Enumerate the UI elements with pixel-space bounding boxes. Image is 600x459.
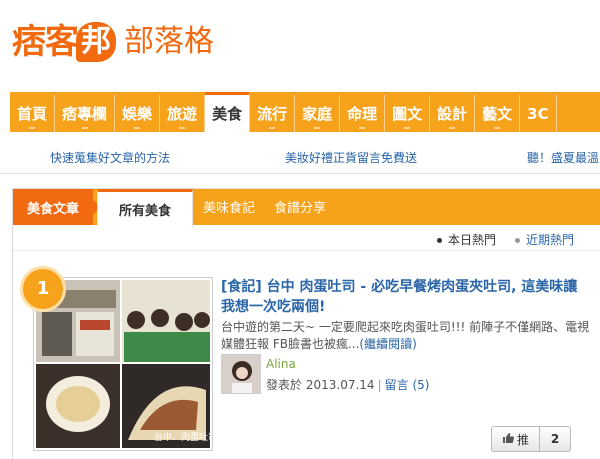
nav-item-label: 命理 — [347, 105, 378, 123]
nav-item-label: 娛樂 — [122, 105, 153, 123]
nav-item-label: 旅遊 — [167, 105, 198, 123]
nav-item-fashion[interactable]: 流行 — [250, 95, 296, 132]
meta-divider: | — [377, 378, 382, 392]
nav-item-label: 設計 — [437, 105, 468, 123]
article-title-link[interactable]: [食記] 台中 肉蛋吐司 - 必吃早餐烤肉蛋夾吐司, 這美味讓我想一次吃兩個! — [221, 277, 591, 317]
nav-item-label: 首頁 — [17, 105, 48, 123]
avatar-image — [222, 355, 260, 393]
logo-text: 痞客 — [12, 22, 79, 62]
section-category-label: 美食文章 — [13, 189, 101, 225]
filter-recent-hot[interactable]: 近期熱門 — [515, 231, 574, 248]
site-logo[interactable]: 痞客 邦 部落格 — [12, 22, 214, 62]
caret-icon — [494, 127, 501, 129]
nav-item-label: 藝文 — [482, 105, 513, 123]
thumb-caption: 台中．肉蛋吐司 — [154, 431, 210, 443]
nav-item-label: 痞專欄 — [62, 105, 108, 123]
nav-item-label: 家庭 — [302, 105, 333, 123]
bullet-icon — [515, 238, 520, 243]
food-articles-panel: 美食文章 所有美食 美味食記 食譜分享 本日熱門 近期熱門 1 台中．肉蛋吐 [… — [12, 188, 600, 459]
logo-mark-icon: 邦 — [76, 22, 116, 62]
rank-badge: 1 — [20, 266, 66, 312]
caret-icon — [134, 127, 141, 129]
nav-item-illustration[interactable]: 圖文 — [385, 95, 431, 132]
filter-label: 本日熱門 — [448, 233, 497, 247]
article-excerpt: 台中遊的第二天~ 一定要爬起來吃肉蛋吐司!!! 前陣子不僅網路、電視媒體狂報 F… — [221, 319, 591, 353]
nav-item-3c[interactable]: 3C — [520, 95, 557, 132]
comments-link[interactable]: 留言 — [385, 378, 409, 392]
article-meta: 發表於 2013.07.14 | 留言 (5) — [266, 376, 429, 393]
promo-links: 快速蒐集好文章的方法 美妝好禮正貨留言免費送 聽！盛夏最溫 — [0, 138, 600, 174]
caret-icon — [449, 127, 456, 129]
popularity-filter: 本日熱門 近期熱門 — [13, 225, 600, 251]
nav-item-design[interactable]: 設計 — [430, 95, 476, 132]
push-count: 2 — [550, 432, 560, 446]
filter-label: 近期熱門 — [526, 233, 575, 247]
nav-item-entertainment[interactable]: 娛樂 — [115, 95, 161, 132]
post-date: 2013.07.14 — [305, 378, 375, 392]
caret-icon — [269, 127, 276, 129]
caret-icon — [81, 127, 88, 129]
tab-all-food[interactable]: 所有美食 — [97, 189, 193, 227]
site-header: 痞客 邦 部落格 — [0, 0, 600, 88]
author-avatar[interactable] — [221, 354, 261, 394]
promo-link[interactable]: 美妝好禮正貨留言免費送 — [285, 149, 417, 166]
filter-today-hot[interactable]: 本日熱門 — [437, 231, 496, 248]
tab-food-reviews[interactable]: 美味食記 — [203, 197, 255, 216]
author-name-link[interactable]: Alina — [266, 357, 296, 371]
nav-item-label: 3C — [527, 104, 549, 123]
main-nav: 首頁 痞專欄 娛樂 旅遊 美食 流行 家庭 命理 圖文 設計 藝文 3C — [10, 92, 600, 132]
nav-item-arts[interactable]: 藝文 — [475, 95, 521, 132]
nav-item-food[interactable]: 美食 — [205, 92, 251, 132]
nav-item-label: 圖文 — [392, 105, 423, 123]
comments-count[interactable]: (5) — [412, 378, 429, 392]
caret-icon — [359, 127, 366, 129]
nav-item-home[interactable]: 首頁 — [10, 95, 56, 132]
push-button[interactable]: 推 2 — [491, 426, 571, 452]
nav-item-astrology[interactable]: 命理 — [340, 95, 386, 132]
tab-recipes[interactable]: 食譜分享 — [274, 197, 326, 216]
posted-label: 發表於 — [266, 378, 303, 392]
nav-item-travel[interactable]: 旅遊 — [160, 95, 206, 132]
read-more-link[interactable]: (繼續閱讀) — [359, 337, 416, 351]
food-photo-collage: 台中．肉蛋吐司 — [36, 280, 210, 448]
caret-icon — [179, 127, 186, 129]
nav-item-label: 美食 — [212, 105, 243, 123]
section-tabs: 美食文章 所有美食 美味食記 食譜分享 — [13, 189, 600, 227]
push-label: 推 — [516, 432, 529, 447]
bullet-icon — [437, 238, 442, 243]
logo-subtitle: 部落格 — [124, 24, 214, 59]
nav-item-column[interactable]: 痞專欄 — [55, 95, 116, 132]
push-action[interactable]: 推 — [492, 427, 540, 451]
promo-link[interactable]: 快速蒐集好文章的方法 — [50, 149, 170, 166]
nav-item-family[interactable]: 家庭 — [295, 95, 341, 132]
caret-icon — [29, 127, 35, 129]
nav-item-label: 流行 — [257, 105, 288, 123]
promo-link[interactable]: 聽！盛夏最溫 — [527, 149, 599, 166]
thumbs-up-icon — [502, 432, 514, 447]
caret-icon — [404, 127, 411, 129]
caret-icon — [314, 127, 321, 129]
